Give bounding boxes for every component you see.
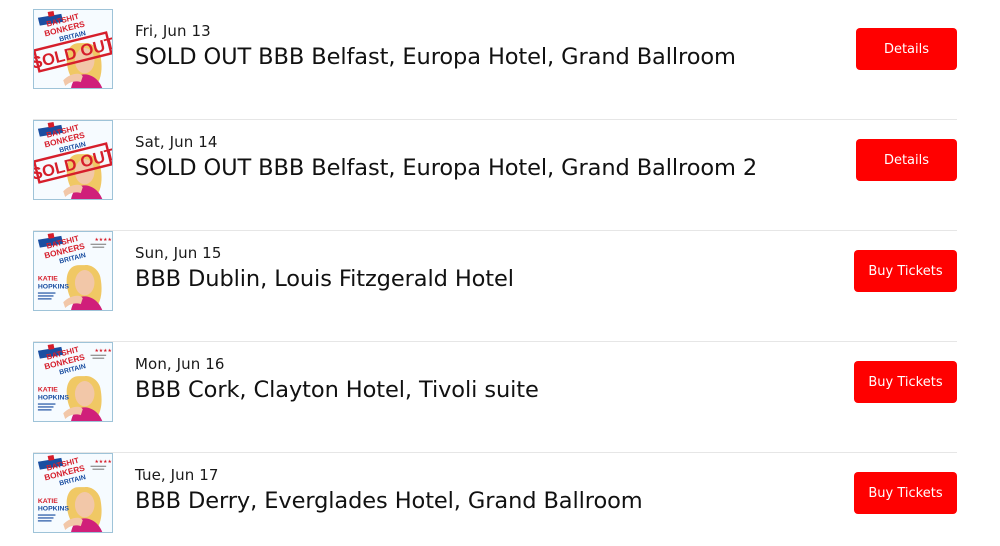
event-row: BATSHIT BONKERS BRITAIN SOLD OUT Fri, Jun 1… xyxy=(33,9,957,120)
svg-text:KATIE: KATIE xyxy=(38,387,58,394)
event-poster-image[interactable]: BATSHITBONKERSBRITAIN★★★★★KATIEHOPKINS xyxy=(33,453,113,533)
svg-text:★★★★★: ★★★★★ xyxy=(94,237,112,243)
event-title[interactable]: BBB Dublin, Louis Fitzgerald Hotel xyxy=(135,266,514,292)
details-button[interactable]: Details xyxy=(856,139,957,181)
event-row: BATSHIT BONKERS BRITAIN SOLD OUT Sat, Jun 1… xyxy=(33,120,957,231)
event-poster-image[interactable]: BATSHITBONKERSBRITAIN★★★★★KATIEHOPKINS xyxy=(33,231,113,311)
event-date: Sat, Jun 14 xyxy=(135,133,218,151)
event-row: BATSHITBONKERSBRITAIN★★★★★KATIEHOPKINS T… xyxy=(33,453,957,546)
svg-text:★★★★★: ★★★★★ xyxy=(94,348,112,354)
svg-text:★★★★★: ★★★★★ xyxy=(94,459,112,465)
buy-tickets-button[interactable]: Buy Tickets xyxy=(854,472,957,514)
svg-text:KATIE: KATIE xyxy=(38,498,58,505)
event-row: BATSHITBONKERSBRITAIN★★★★★KATIEHOPKINS S… xyxy=(33,231,957,342)
event-date: Mon, Jun 16 xyxy=(135,355,225,373)
buy-tickets-button[interactable]: Buy Tickets xyxy=(854,361,957,403)
event-title[interactable]: SOLD OUT BBB Belfast, Europa Hotel, Gran… xyxy=(135,44,736,70)
details-button[interactable]: Details xyxy=(856,28,957,70)
event-date: Sun, Jun 15 xyxy=(135,244,222,262)
event-date: Fri, Jun 13 xyxy=(135,22,211,40)
svg-text:HOPKINS: HOPKINS xyxy=(38,395,69,402)
event-row: BATSHITBONKERSBRITAIN★★★★★KATIEHOPKINS M… xyxy=(33,342,957,453)
event-title[interactable]: BBB Derry, Everglades Hotel, Grand Ballr… xyxy=(135,488,643,514)
svg-text:HOPKINS: HOPKINS xyxy=(38,506,69,513)
svg-text:HOPKINS: HOPKINS xyxy=(38,284,69,291)
svg-text:KATIE: KATIE xyxy=(38,276,58,283)
event-list: BATSHIT BONKERS BRITAIN SOLD OUT Fri, Jun 1… xyxy=(0,0,1000,546)
buy-tickets-button[interactable]: Buy Tickets xyxy=(854,250,957,292)
event-poster-image[interactable]: BATSHIT BONKERS BRITAIN SOLD OUT xyxy=(33,120,113,200)
event-title[interactable]: SOLD OUT BBB Belfast, Europa Hotel, Gran… xyxy=(135,155,757,181)
event-title[interactable]: BBB Cork, Clayton Hotel, Tivoli suite xyxy=(135,377,539,403)
event-poster-image[interactable]: BATSHITBONKERSBRITAIN★★★★★KATIEHOPKINS xyxy=(33,342,113,422)
event-date: Tue, Jun 17 xyxy=(135,466,219,484)
event-poster-image[interactable]: BATSHIT BONKERS BRITAIN SOLD OUT xyxy=(33,9,113,89)
